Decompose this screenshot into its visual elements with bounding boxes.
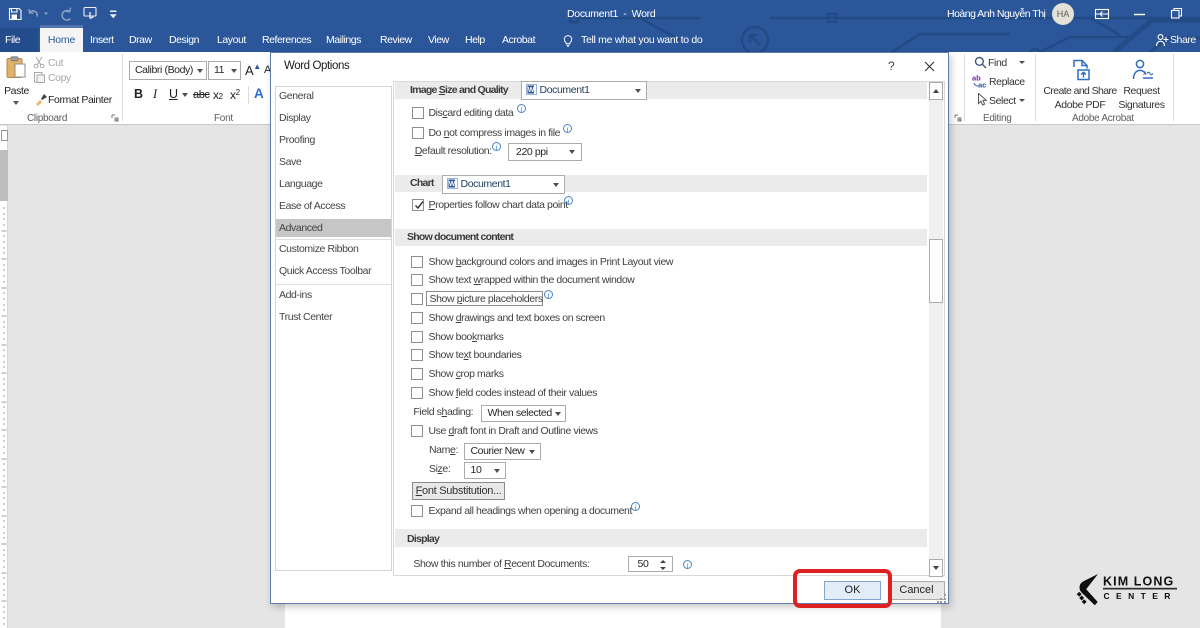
svg-text:W: W [449,181,456,188]
svg-text:KIM LONG: KIM LONG [1103,575,1174,589]
svg-text:x: x [1143,71,1147,77]
svg-text:ac: ac [978,81,986,89]
svg-text:CENTER: CENTER [1104,591,1177,601]
svg-text:W: W [528,87,535,94]
